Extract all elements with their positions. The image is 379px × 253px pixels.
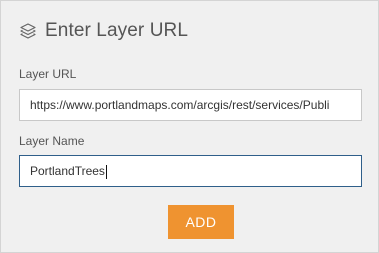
add-button[interactable]: ADD: [168, 205, 234, 239]
text-caret: [105, 164, 107, 179]
layer-name-label: Layer Name: [19, 134, 85, 148]
panel-title: Enter Layer URL: [45, 20, 189, 41]
enter-layer-url-panel: Enter Layer URL Layer URL https://www.po…: [0, 0, 379, 253]
layer-url-value: https://www.portlandmaps.com/arcgis/rest…: [30, 98, 330, 112]
layer-url-label: Layer URL: [19, 67, 77, 81]
layer-name-input[interactable]: PortlandTrees: [19, 155, 362, 187]
layers-icon: [19, 22, 37, 40]
layer-url-input[interactable]: https://www.portlandmaps.com/arcgis/rest…: [19, 89, 362, 121]
panel-header: Enter Layer URL: [19, 20, 188, 42]
layer-name-value: PortlandTrees: [30, 164, 105, 178]
